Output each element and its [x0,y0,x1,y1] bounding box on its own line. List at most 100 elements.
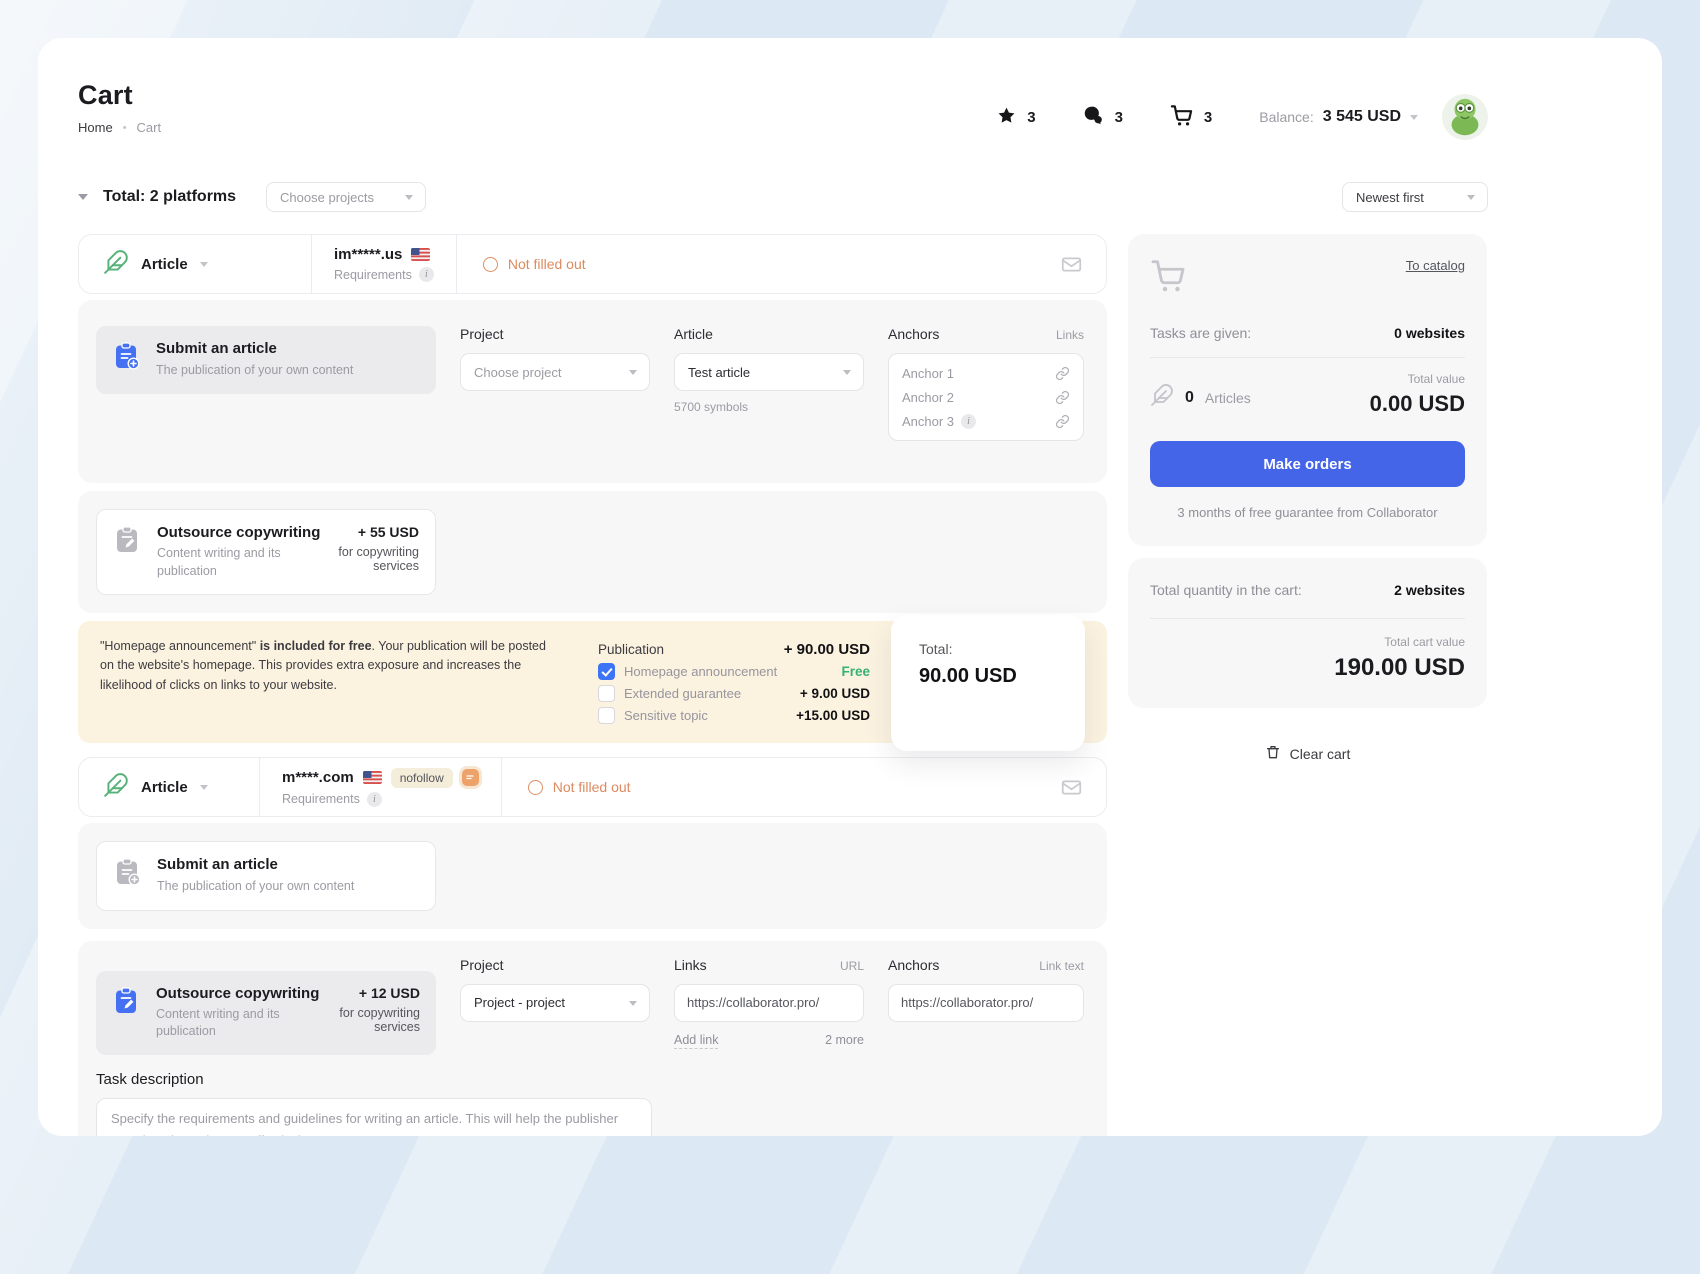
platform-1-total-card: Total: 90.00 USD [891,615,1085,751]
cart-count: 3 [1204,109,1212,126]
clipboard-pencil-icon [112,986,142,1021]
outsource-price: + 12 USD [359,985,420,1001]
info-icon[interactable] [961,414,976,429]
outsource-copywriting-option[interactable]: Outsource copywriting + 55 USD Content w… [96,509,436,595]
extended-guarantee-checkbox[interactable] [598,685,615,702]
platform-2-type-select[interactable]: Article [79,758,259,816]
platform-2-domain: m****.com [282,769,354,786]
link-url-input[interactable] [674,984,864,1022]
sensitive-topic-checkbox[interactable] [598,707,615,724]
outsource-subtitle: Content writing and its publication [156,1006,306,1041]
guarantee-note: 3 months of free guarantee from Collabor… [1150,505,1465,520]
platform-1-type-select[interactable]: Article [79,235,311,293]
star-icon [997,106,1016,129]
title-block: Cart Home • Cart [78,80,161,135]
add-link-button[interactable]: Add link [674,1033,718,1049]
clipboard-pencil-icon [113,525,143,560]
chevron-down-icon [200,262,208,267]
messages-counter[interactable]: 3 [1083,105,1123,130]
info-icon[interactable] [419,267,434,282]
anchor-row: Anchor 1 [902,363,1070,383]
project-select[interactable]: Project - project [460,984,650,1022]
outsource-note: for copywriting services [316,1006,420,1041]
platform-2-type: Article [141,779,188,796]
project-field: Project Choose project [460,326,650,391]
sort-value: Newest first [1356,190,1424,205]
outsource-copywriting-option[interactable]: Outsource copywriting + 12 USD Content w… [96,971,436,1055]
platform-2-status: Not filled out [501,758,1061,816]
requirements-label: Requirements [334,268,412,282]
trash-icon [1265,744,1281,763]
sort-select[interactable]: Newest first [1342,182,1488,212]
choose-projects-select[interactable]: Choose projects [266,182,426,212]
article-select[interactable]: Test article [674,353,864,391]
submit-article-subtitle: The publication of your own content [157,878,397,896]
breadcrumb-current: Cart [137,120,162,135]
links-column-label: Links [1056,328,1084,342]
to-catalog-link[interactable]: To catalog [1406,258,1465,273]
cart-counter[interactable]: 3 [1170,104,1212,131]
notice-bold: is included for free [260,639,372,653]
breadcrumb-home[interactable]: Home [78,120,113,135]
link-icon[interactable] [1055,366,1070,381]
clear-cart-button[interactable]: Clear cart [1128,744,1487,763]
balance[interactable]: Balance: 3 545 USD [1259,108,1418,126]
platform-2-header: Article m****.com nofollow Requirements [78,757,1107,817]
project-field: Project Project - project [460,957,650,1022]
platforms-total-label: Total: 2 platforms [103,188,236,206]
chat-icon [1083,105,1104,130]
platform-1-body: Submit an article The publication of you… [78,300,1107,483]
chevron-down-icon [1410,115,1418,120]
task-description-input[interactable] [96,1098,652,1137]
platform-1-type: Article [141,256,188,273]
project-select[interactable]: Choose project [460,353,650,391]
project-label: Project [460,326,650,342]
info-icon[interactable] [367,792,382,807]
homepage-announcement-checkbox[interactable] [598,663,615,680]
submit-article-option[interactable]: Submit an article The publication of you… [96,841,436,911]
extended-guarantee-price: + 9.00 USD [800,686,870,701]
topbar: Cart Home • Cart 3 3 3 Balance: 3 54 [78,80,1488,140]
divider [1150,357,1465,358]
balance-label: Balance: [1259,109,1313,125]
cart-quantity-value: 2 websites [1394,582,1465,598]
platform-1-message-button[interactable] [1061,235,1106,293]
link-text-column-label: Link text [1039,959,1084,973]
outsource-price: + 55 USD [358,524,419,540]
order-summary-sidebar: To catalog Tasks are given: 0 websites 0… [1128,234,1487,763]
submit-article-subtitle: The publication of your own content [156,362,396,380]
chevron-down-icon [200,785,208,790]
notice-quote: "Homepage announcement" [100,639,260,653]
favorites-count: 3 [1027,109,1035,126]
homepage-announcement-price: Free [841,664,870,679]
project-label: Project [460,957,650,973]
anchors-label: Anchors [888,326,939,342]
cart-totals-card: Total quantity in the cart: 2 websites T… [1128,558,1487,708]
make-orders-button[interactable]: Make orders [1150,441,1465,487]
clipboard-plus-icon [112,341,142,376]
anchor-1-label: Anchor 1 [902,366,954,381]
anchor-url-input[interactable] [888,984,1084,1022]
anchor-2-label: Anchor 2 [902,390,954,405]
link-icon[interactable] [1055,390,1070,405]
collapse-caret-icon[interactable] [78,194,88,200]
comment-icon[interactable] [462,769,479,786]
avatar[interactable] [1442,94,1488,140]
breadcrumb-separator: • [123,122,127,134]
outsource-subtitle: Content writing and its publication [157,545,306,580]
submit-article-title: Submit an article [156,340,420,357]
platform-2-message-button[interactable] [1061,758,1106,816]
favorites-counter[interactable]: 3 [997,106,1035,129]
header-actions: 3 3 3 Balance: 3 545 USD [997,94,1488,140]
project-value: Project - project [474,995,565,1010]
cart-icon [1150,258,1186,299]
links-label: Links [674,957,707,973]
feather-icon [103,249,129,280]
platform-1-site: im*****.us Requirements [311,235,456,293]
link-icon[interactable] [1055,414,1070,429]
total-value: 90.00 USD [919,665,1085,688]
messages-count: 3 [1115,109,1123,126]
platform-1-notice: "Homepage announcement" is included for … [78,621,1107,743]
submit-article-option[interactable]: Submit an article The publication of you… [96,326,436,394]
anchors-label: Anchors [888,957,939,973]
